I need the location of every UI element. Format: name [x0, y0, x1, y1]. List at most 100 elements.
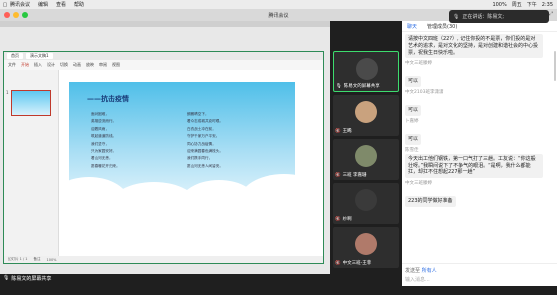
video-tile[interactable]: 🔇 三班 李嘉珊	[333, 139, 399, 180]
poem-line: 愿山河无恙人间皆安。	[187, 163, 223, 168]
mic-icon: 🎙	[336, 83, 342, 89]
avatar	[355, 189, 377, 211]
participant-name-text: 陈易文的屏幕共享	[343, 84, 380, 89]
ribbon-design[interactable]: 设计	[47, 62, 55, 68]
poem-line: 只为家园安好。	[91, 149, 117, 154]
chat-scrollbar[interactable]	[554, 51, 556, 81]
fullscreen-icon[interactable]: ⤢	[549, 11, 553, 17]
tab-members[interactable]: 管理成员(30)	[422, 23, 462, 30]
menu-app[interactable]: 腾讯会议	[10, 1, 30, 8]
clock-text: 2:35	[541, 1, 553, 8]
chat-composer: 发送至 所有人 输入消息...	[402, 263, 557, 286]
mic-off-icon: 🔇	[335, 260, 341, 266]
send-to-label: 发送至	[405, 268, 421, 274]
poem-line: 筑起道道防线。	[91, 134, 117, 139]
maximize-window-button[interactable]	[22, 12, 28, 18]
wps-ribbon: 文件 开始 插入 设计 切换 动画 放映 审阅 视图	[4, 60, 323, 70]
message-sender: 陈雪佳	[405, 147, 419, 153]
shared-app-frame: 首页 演示文稿1 文件 开始 插入 设计 切换 动画 放映 审阅 视图 1 ——…	[3, 51, 324, 264]
slide-counter: 幻灯片 1 / 1	[8, 257, 28, 261]
wps-tabbar: 首页 演示文稿1	[4, 52, 323, 60]
message-text: 可以	[405, 76, 422, 88]
video-tile[interactable]: 🔇 王睎	[333, 95, 399, 136]
share-owner: 陈易文的屏幕共享	[11, 275, 52, 282]
mic-off-icon: 🔇	[335, 216, 341, 222]
poem-line: 朗朗晴空下，	[187, 112, 209, 116]
poem-line: 白衣战士冲在前，	[187, 126, 216, 131]
video-tile-active[interactable]: 🎙 陈易文的屏幕共享	[333, 51, 399, 92]
message-text: 223的同学做好准备	[405, 196, 456, 207]
slide-thumbnail[interactable]	[11, 90, 51, 116]
video-tile[interactable]: 🔇 中文三班-王菲	[333, 227, 399, 268]
poem-line: 看山河无恙，	[91, 156, 113, 161]
avatar	[355, 145, 377, 167]
ribbon-transition[interactable]: 切换	[60, 62, 68, 68]
chat-panel: 聊天 管理成员(30) 请按中文四班（22?）, 记住你投的不是票，你们投的是对…	[402, 21, 557, 286]
participant-name: 🔇 纱啊	[335, 216, 352, 223]
macos-menubar:  腾讯会议 编辑 查看 帮助 100% 周五 下午 2:35	[0, 0, 557, 9]
screen-share-label: 🎙 陈易文的屏幕共享	[3, 274, 51, 282]
window-controls	[4, 12, 28, 18]
menu-edit[interactable]: 编辑	[38, 1, 48, 8]
participant-name: 🎙 陈易文的屏幕共享	[336, 83, 380, 90]
participant-name-text: 三班 李嘉珊	[342, 173, 367, 178]
poem-line: 守护千家万户平安。	[187, 134, 220, 139]
ribbon-insert[interactable]: 插入	[34, 62, 42, 68]
message-text: 可以	[405, 105, 422, 116]
menu-view[interactable]: 查看	[56, 1, 66, 8]
apple-icon[interactable]: 	[0, 2, 10, 8]
chat-input-placeholder: 输入消息...	[405, 277, 430, 283]
ribbon-home[interactable]: 开始	[21, 62, 29, 68]
participant-name: 🔇 王睎	[335, 128, 352, 135]
minimize-window-button[interactable]	[13, 12, 19, 18]
message-sender: 卜嘉婷	[405, 118, 419, 124]
avatar	[355, 233, 377, 255]
ribbon-review[interactable]: 审阅	[99, 62, 107, 68]
avatar	[356, 58, 378, 80]
zoom-level[interactable]: 100%	[46, 258, 56, 262]
participant-name: 🔇 三班 李嘉珊	[335, 172, 367, 179]
cloud-shape	[239, 174, 295, 208]
participant-video-column: 🎙 陈易文的屏幕共享 🔇 王睎 🔇 三班 李嘉珊 🔇 纱啊 🔇 中文三班-王菲	[331, 21, 401, 274]
close-window-button[interactable]	[4, 12, 10, 18]
wps-tab-home[interactable]: 首页	[7, 53, 23, 59]
poem-line: 同心协力战疫情，	[187, 141, 216, 146]
speaking-text: 正在讲话：陈易文;	[462, 14, 505, 20]
notes-toggle[interactable]: 备注	[33, 257, 40, 262]
window-title: 腾讯会议	[268, 12, 289, 19]
poem-line: 迎着风雨，	[91, 126, 109, 131]
poem-left-column: 面对困难， 英雄逆流而行。 迎着风雨， 筑起道道防线。 我们坚守， 只为家园安好…	[91, 112, 120, 171]
meeting-window: 腾讯会议 ⤢ 首页 演示文稿1 文件 开始 插入 设计 切换 动画 放映 审阅 …	[0, 9, 557, 295]
chat-messages: 请按中文四班（22?）, 记住你投的不是票，你们投的是对艺术的追求，是对文化的坚…	[405, 34, 550, 259]
menu-help[interactable]: 帮助	[74, 1, 84, 8]
day-text: 周五	[511, 2, 522, 8]
poem-right-column: 朗朗晴空下， 看众志成城共克时艰。 白衣战士冲在前， 守护千家万户平安。 同心协…	[187, 112, 223, 171]
ribbon-animation[interactable]: 动画	[73, 62, 81, 68]
slide-title: ——抗击疫情	[87, 94, 129, 103]
slide-thumbnail-pane: 1	[4, 70, 59, 256]
message-sender: 中文2103班李潇潇	[405, 90, 444, 96]
ribbon-view[interactable]: 视图	[112, 62, 120, 68]
poem-line: 愿春暖花开归来。	[91, 163, 120, 168]
shared-screen-area: 首页 演示文稿1 文件 开始 插入 设计 切换 动画 放映 审阅 视图 1 ——…	[0, 21, 330, 274]
message-text: 请按中文四班（22?）, 记住你投的不是票，你们投的是对艺术的追求，是对文化的坚…	[405, 34, 543, 59]
chat-message: 卜嘉婷 可以	[405, 118, 550, 145]
message-text: 可以	[405, 133, 422, 145]
poem-line: 我们坚守，	[91, 141, 109, 146]
battery-level: 100%	[492, 1, 507, 8]
participant-name-text: 王睎	[342, 129, 352, 134]
participant-name: 🔇 中文三班-王菲	[335, 260, 371, 267]
tab-chat[interactable]: 聊天	[402, 23, 422, 30]
wps-tab-document[interactable]: 演示文稿1	[26, 53, 53, 59]
wps-statusbar: 幻灯片 1 / 1 备注 100%	[4, 256, 323, 263]
send-to-select[interactable]: 所有人	[422, 268, 437, 274]
ampm-text: 下午	[526, 2, 537, 8]
chat-input[interactable]: 输入消息...	[405, 276, 554, 286]
ribbon-slideshow[interactable]: 放映	[86, 62, 94, 68]
video-tile[interactable]: 🔇 纱啊	[333, 183, 399, 224]
slide-canvas[interactable]: ——抗击疫情 面对困难， 英雄逆流而行。 迎着风雨， 筑起道道防线。 我们坚守，…	[69, 82, 295, 208]
message-text: 今天出工他们钢铁，第一口气打了三趟。工友说：“你这般壮呀。”我瞬间说下了不争气的…	[405, 153, 543, 179]
mic-icon: 🎙	[3, 275, 10, 281]
mic-off-icon: 🔇	[335, 172, 341, 178]
ribbon-file[interactable]: 文件	[8, 62, 16, 68]
